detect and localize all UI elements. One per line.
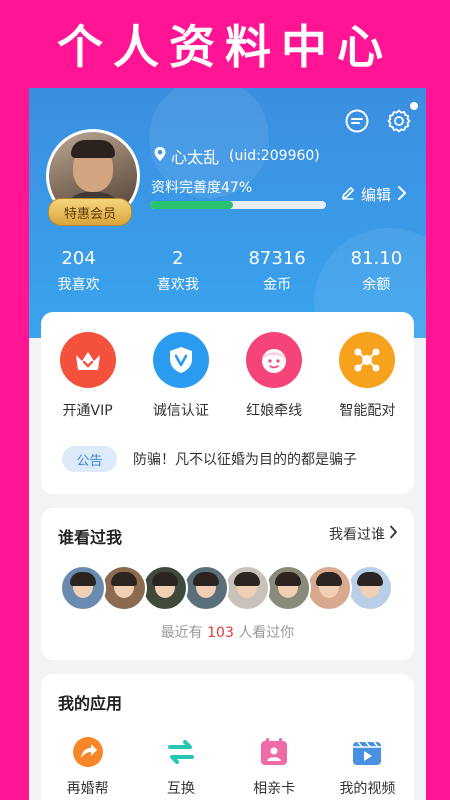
viewer-count-prefix: 最近有	[160, 625, 203, 641]
viewer-avatar-hair	[152, 572, 178, 586]
avatar-hair	[71, 140, 115, 158]
stat-likes[interactable]: 204 我喜欢	[29, 246, 128, 296]
viewer-avatar-hair	[275, 572, 301, 586]
stat-label: 我喜欢	[57, 277, 100, 293]
header-actions	[344, 102, 418, 134]
stat-value: 81.10	[350, 248, 403, 269]
viewer-avatars[interactable]	[60, 565, 393, 611]
apps-grid: 再婚帮 互换 相亲卡 我的视频	[41, 734, 414, 798]
completeness-progress	[150, 201, 326, 209]
stat-label: 金币	[263, 277, 292, 293]
viewer-avatar[interactable]	[183, 565, 229, 611]
swap-icon	[163, 734, 199, 770]
stat-label: 喜欢我	[156, 277, 199, 293]
stat-value: 87316	[248, 248, 306, 269]
member-badge[interactable]: 特惠会员	[48, 198, 132, 226]
apps-card: 我的应用 再婚帮 互换 相亲卡 我的视频	[41, 674, 414, 800]
notice-text: 防骗！凡不以征婚为目的的都是骗子	[133, 452, 357, 468]
viewer-count-number: 103	[207, 625, 234, 641]
viewer-avatar-hair	[193, 572, 219, 586]
viewer-avatar-hair	[70, 572, 96, 586]
banner-title: 个人资料中心	[57, 20, 393, 74]
feature-label: 红娘牵线	[246, 403, 303, 419]
notification-dot	[410, 102, 418, 110]
viewer-avatar-hair	[316, 572, 342, 586]
viewers-card: 谁看过我 我看过谁 最近有 103 人看过你	[41, 508, 414, 660]
viewer-avatar[interactable]	[265, 565, 311, 611]
apps-title: 我的应用	[58, 694, 123, 713]
banner: 个人资料中心	[0, 0, 450, 88]
app-exchange[interactable]: 互换	[134, 734, 227, 798]
edit-profile-button[interactable]: 编辑	[341, 184, 407, 205]
app-label: 再婚帮	[66, 781, 109, 797]
feature-matchmaker[interactable]: 红娘牵线	[228, 332, 321, 420]
share-arrow-icon	[70, 734, 106, 770]
stat-liked-by[interactable]: 2 喜欢我	[128, 246, 227, 296]
username-row: 心太乱 (uid:209960)	[153, 144, 320, 168]
stat-coins[interactable]: 87316 金币	[228, 246, 327, 296]
app-blind-date-card[interactable]: 相亲卡	[228, 734, 321, 798]
feature-label: 智能配对	[339, 403, 396, 419]
calendar-card-icon	[256, 734, 292, 770]
feature-verification[interactable]: 诚信认证	[134, 332, 227, 420]
feature-grid: 开通VIP 诚信认证 红娘牵线 智能配对	[41, 332, 414, 420]
app-label: 我的视频	[339, 781, 396, 797]
chevron-right-icon	[397, 185, 407, 205]
notice-bar[interactable]: 公告 防骗！凡不以征婚为目的的都是骗子	[62, 446, 357, 472]
network-icon	[339, 332, 396, 388]
profile-header: 特惠会员 心太乱 (uid:209960) 资料完善度47% 编辑 204 我喜	[29, 88, 426, 338]
message-icon[interactable]	[344, 108, 370, 134]
completeness-progress-fill	[150, 201, 233, 209]
viewer-avatar[interactable]	[142, 565, 188, 611]
app-remarriage[interactable]: 再婚帮	[41, 734, 134, 798]
app-label: 相亲卡	[253, 781, 296, 797]
viewer-avatar[interactable]	[101, 565, 147, 611]
video-icon	[349, 734, 385, 770]
stats-row: 204 我喜欢 2 喜欢我 87316 金币 81.10 余额	[29, 246, 426, 296]
stat-label: 余额	[362, 277, 391, 293]
chevron-right-icon	[389, 525, 398, 543]
viewer-avatar[interactable]	[347, 565, 393, 611]
feature-smart-match[interactable]: 智能配对	[321, 332, 414, 420]
shield-check-icon	[152, 332, 209, 388]
viewer-avatar[interactable]	[60, 565, 106, 611]
viewer-avatar-hair	[234, 572, 260, 586]
user-id: (uid:209960)	[229, 148, 320, 164]
viewer-avatar-hair	[111, 572, 137, 586]
stat-balance[interactable]: 81.10 余额	[327, 246, 426, 296]
app-my-videos[interactable]: 我的视频	[321, 734, 414, 798]
profile-screen: 特惠会员 心太乱 (uid:209960) 资料完善度47% 编辑 204 我喜	[29, 88, 426, 800]
viewed-by-me-label: 我看过谁	[329, 527, 385, 543]
location-pin-icon	[153, 146, 167, 166]
stat-value: 2	[172, 248, 184, 269]
app-label: 互换	[166, 781, 195, 797]
notice-tag: 公告	[62, 446, 117, 472]
viewers-title: 谁看过我	[58, 528, 123, 547]
pencil-icon	[341, 186, 355, 204]
stat-value: 204	[61, 248, 96, 269]
crown-icon	[59, 332, 116, 388]
viewed-by-me-link[interactable]: 我看过谁	[329, 524, 398, 544]
feature-label: 开通VIP	[62, 403, 113, 419]
edit-label: 编辑	[361, 186, 392, 204]
features-card: 开通VIP 诚信认证 红娘牵线 智能配对 公告 防骗！凡不以征婚为目的的都是骗子	[41, 312, 414, 494]
matchmaker-icon	[246, 332, 303, 388]
completeness-label: 资料完善度47%	[151, 180, 253, 196]
feature-vip[interactable]: 开通VIP	[41, 332, 134, 420]
viewer-avatar-hair	[357, 572, 383, 586]
feature-label: 诚信认证	[152, 403, 209, 419]
viewer-count-suffix: 人看过你	[238, 625, 295, 641]
viewer-count: 最近有 103 人看过你	[41, 622, 414, 642]
settings-gear-icon[interactable]	[386, 102, 418, 134]
viewer-avatar[interactable]	[306, 565, 352, 611]
username: 心太乱	[171, 148, 220, 167]
viewer-avatar[interactable]	[224, 565, 270, 611]
